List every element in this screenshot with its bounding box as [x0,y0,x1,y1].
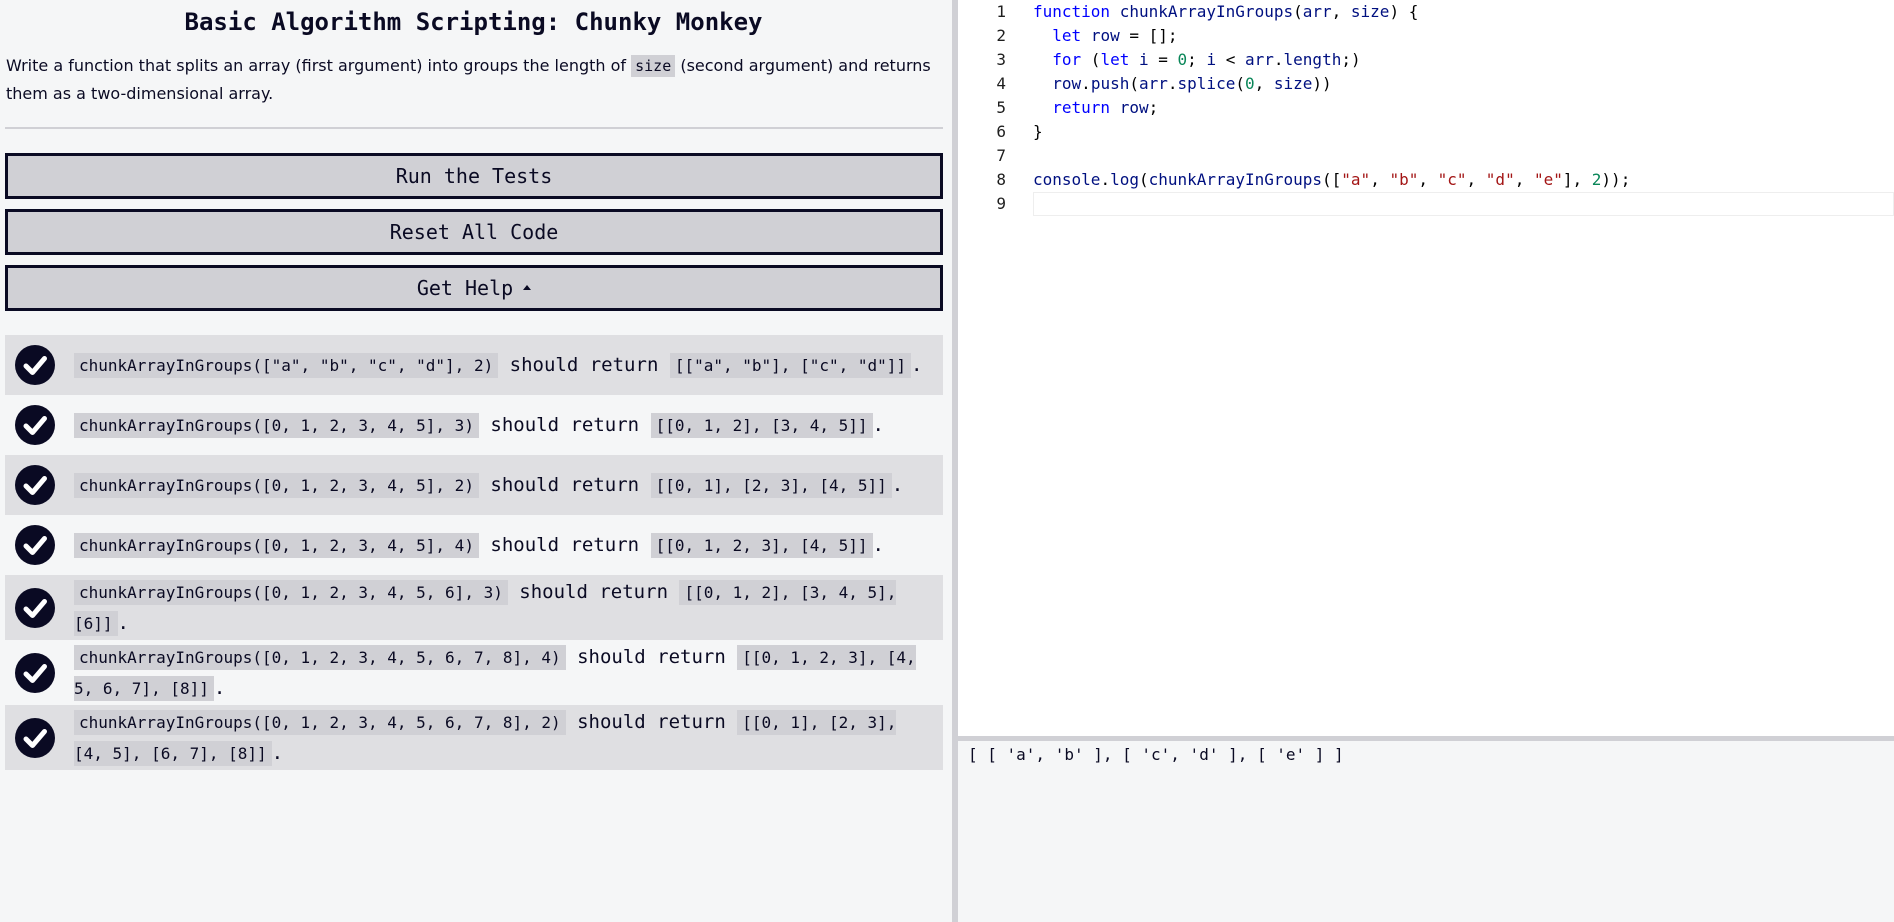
code-line: 3 for (let i = 0; i < arr.length;) [958,48,1894,72]
instructions-pane: Basic Algorithm Scripting: Chunky Monkey… [0,0,955,922]
code-line: 7 [958,144,1894,168]
test-expected-code: [[0, 1, 2, 3], [4, 5]] [650,532,873,558]
code-line-text: function chunkArrayInGroups(arr, size) { [1033,2,1419,21]
test-verb: should return [490,473,640,496]
line-number: 3 [996,50,1006,69]
challenge-description: Write a function that splits an array (f… [6,52,946,107]
line-number: 5 [996,98,1006,117]
code-line: 2 let row = []; [958,24,1894,48]
test-row: chunkArrayInGroups([0, 1, 2, 3, 4, 5, 6,… [5,640,943,705]
test-call-code: chunkArrayInGroups(["a", "b", "c", "d"],… [74,352,499,378]
test-verb: should return [519,580,669,603]
line-number: 1 [996,2,1006,21]
code-line: 1 function chunkArrayInGroups(arr, size) … [958,0,1894,24]
test-text: chunkArrayInGroups([0, 1, 2, 3, 4, 5, 6,… [74,644,916,701]
test-row: chunkArrayInGroups([0, 1, 2, 3, 4, 5], 2… [5,455,943,515]
test-text: chunkArrayInGroups([0, 1, 2, 3, 4, 5, 6,… [74,709,897,766]
test-call-code: chunkArrayInGroups([0, 1, 2, 3, 4, 5, 6,… [74,644,566,670]
check-circle-icon [15,587,55,628]
test-row: chunkArrayInGroups([0, 1, 2, 3, 4, 5, 6,… [5,705,943,770]
test-text: chunkArrayInGroups(["a", "b", "c", "d"],… [74,350,922,381]
code-line-text: for (let i = 0; i < arr.length;) [1052,50,1361,69]
test-row: chunkArrayInGroups([0, 1, 2, 3, 4, 5, 6]… [5,575,943,640]
test-suite: chunkArrayInGroups(["a", "b", "c", "d"],… [5,335,943,770]
description-text-start: Write a function that splits an array (f… [6,56,632,75]
test-verb: should return [577,645,726,668]
console-output-text: [ [ 'a', 'b' ], [ 'c', 'd' ], [ 'e' ] ] [968,745,1344,764]
test-call-code: chunkArrayInGroups([0, 1, 2, 3, 4, 5, 6]… [74,579,508,605]
caret-up-icon [523,284,532,290]
code-line-text: } [1033,122,1043,141]
test-call-code: chunkArrayInGroups([0, 1, 2, 3, 4, 5, 6,… [74,709,566,735]
test-verb: should return [577,710,726,733]
code-line: 5 return row; [958,96,1894,120]
line-number: 7 [996,146,1006,165]
test-expected-code: [[0, 1, 2], [3, 4, 5]] [650,412,873,438]
code-line-text: console.log(chunkArrayInGroups(["a", "b"… [1033,170,1631,189]
test-row: chunkArrayInGroups([0, 1, 2, 3, 4, 5], 3… [5,395,943,455]
test-row: chunkArrayInGroups(["a", "b", "c", "d"],… [5,335,943,395]
test-expected-code: [["a", "b"], ["c", "d"]] [669,352,912,378]
line-number: 6 [996,122,1006,141]
console-output: [ [ 'a', 'b' ], [ 'c', 'd' ], [ 'e' ] ] [958,741,1894,922]
check-circle-icon [15,652,55,693]
line-number: 2 [996,26,1006,45]
test-verb: should return [490,533,640,556]
line-number: 4 [996,74,1006,93]
test-call-code: chunkArrayInGroups([0, 1, 2, 3, 4, 5], 4… [74,532,479,558]
code-line-current[interactable]: 9 [958,192,1894,216]
line-number: 9 [996,194,1006,213]
line-number: 8 [996,170,1006,189]
test-text: chunkArrayInGroups([0, 1, 2, 3, 4, 5, 6]… [74,579,897,636]
check-circle-icon [15,405,55,445]
run-tests-button[interactable]: Run the Tests [5,153,943,199]
test-verb: should return [490,413,640,436]
get-help-button[interactable]: Get Help [5,265,943,311]
test-text: chunkArrayInGroups([0, 1, 2, 3, 4, 5], 3… [74,410,884,441]
code-line: 8 console.log(chunkArrayInGroups(["a", "b… [958,168,1894,192]
test-verb: should return [509,353,659,376]
challenge-app: Basic Algorithm Scripting: Chunky Monkey… [0,0,1894,922]
check-circle-icon [15,345,55,385]
code-editor[interactable]: 1 function chunkArrayInGroups(arr, size) … [958,0,1894,736]
code-line-text: row.push(arr.splice(0, size)) [1052,74,1332,93]
code-line-text: return row; [1052,98,1159,117]
description-inline-code: size [631,55,676,77]
code-line: 4 row.push(arr.splice(0, size)) [958,72,1894,96]
test-text: chunkArrayInGroups([0, 1, 2, 3, 4, 5], 4… [74,530,884,561]
test-text: chunkArrayInGroups([0, 1, 2, 3, 4, 5], 2… [74,470,903,501]
description-divider [5,127,943,129]
code-line-text: let row = []; [1052,26,1178,45]
check-circle-icon [15,717,55,758]
test-call-code: chunkArrayInGroups([0, 1, 2, 3, 4, 5], 3… [74,412,479,438]
get-help-label: Get Help [416,276,514,300]
reset-code-button[interactable]: Reset All Code [5,209,943,255]
test-row: chunkArrayInGroups([0, 1, 2, 3, 4, 5], 4… [5,515,943,575]
test-expected-code: [[0, 1], [2, 3], [4, 5]] [650,472,892,498]
code-line: 6} [958,120,1894,144]
challenge-title: Basic Algorithm Scripting: Chunky Monkey [184,8,763,36]
check-circle-icon [15,465,55,505]
test-call-code: chunkArrayInGroups([0, 1, 2, 3, 4, 5], 2… [74,472,479,498]
check-circle-icon [15,525,55,565]
